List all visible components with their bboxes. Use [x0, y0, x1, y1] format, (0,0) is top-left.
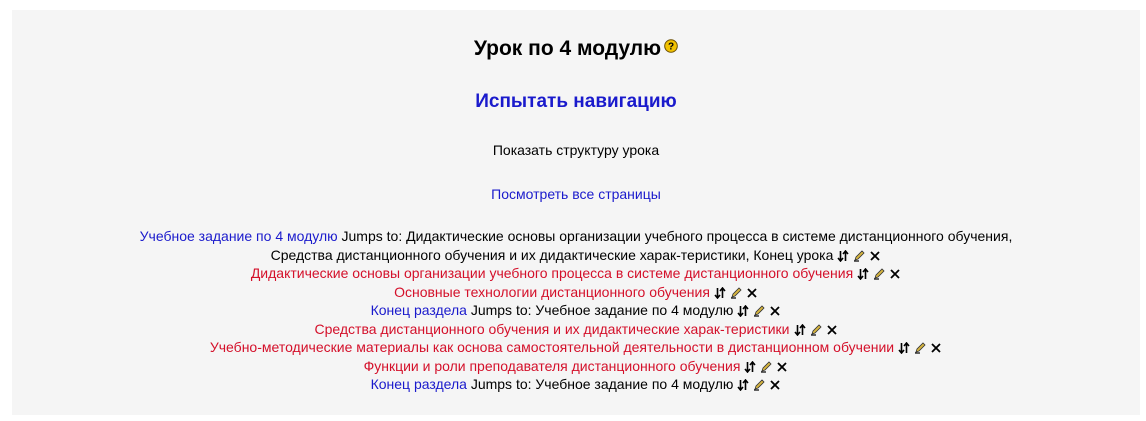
move-icon[interactable] [793, 323, 806, 336]
move-icon[interactable] [744, 360, 757, 373]
delete-icon[interactable] [769, 379, 781, 391]
view-all-pages-link[interactable]: Посмотреть все страницы [12, 185, 1140, 203]
move-icon[interactable] [898, 342, 910, 354]
edit-icon[interactable] [873, 268, 885, 280]
lesson-page-row: Учебно-методические материалы как основа… [12, 338, 1140, 357]
lesson-title: Урок по 4 модулю [473, 37, 662, 60]
delete-icon[interactable] [889, 268, 901, 280]
page-jumps: Jumps to: Учебное задание по 4 модулю [466, 376, 734, 392]
page-title-link[interactable]: Средства дистанционного обучения и их ди… [314, 321, 789, 337]
page-title-link[interactable]: Конец раздела [371, 376, 467, 392]
lesson-page-row: Средства дистанционного обучения и их ди… [12, 320, 1140, 339]
page-title-link[interactable]: Учебно-методические материалы как основа… [210, 339, 894, 355]
help-icon[interactable]: ? [664, 34, 678, 53]
delete-icon[interactable] [746, 287, 758, 299]
show-structure-link[interactable]: Показать структуру урока [12, 141, 1140, 159]
delete-icon[interactable] [769, 305, 781, 317]
move-icon[interactable] [857, 268, 869, 280]
delete-icon[interactable] [826, 324, 838, 336]
lesson-page-row: Учебное задание по 4 модулю Jumps to: Ди… [12, 227, 1140, 264]
page-title-link[interactable]: Основные технологии дистанционного обуче… [394, 284, 710, 300]
page-jumps: Jumps to: Учебное задание по 4 модулю [466, 302, 734, 318]
lesson-title-row: Урок по 4 модулю? [12, 34, 1140, 62]
lesson-page-row: Основные технологии дистанционного обуче… [12, 283, 1140, 302]
page-title-link[interactable]: Конец раздела [371, 302, 467, 318]
edit-icon[interactable] [760, 360, 773, 373]
lesson-pages-list: Учебное задание по 4 модулю Jumps to: Ди… [12, 227, 1140, 394]
lesson-page-row: Функции и роли преподавателя дистанционн… [12, 357, 1140, 376]
edit-icon[interactable] [753, 305, 765, 317]
lesson-panel: Урок по 4 модулю? Испытать навигацию Пок… [12, 10, 1140, 415]
delete-icon[interactable] [776, 361, 788, 373]
edit-icon[interactable] [914, 342, 926, 354]
move-icon[interactable] [714, 286, 726, 299]
page-title-link[interactable]: Функции и роли преподавателя дистанционн… [364, 358, 741, 374]
move-icon[interactable] [837, 249, 850, 262]
delete-icon[interactable] [869, 250, 881, 262]
delete-icon[interactable] [930, 342, 942, 354]
page-jumps: Jumps to: Дидактические основы организац… [337, 228, 1013, 244]
lesson-page-row: Дидактические основы организации учебног… [12, 264, 1140, 283]
lesson-page-row: Конец раздела Jumps to: Учебное задание … [12, 301, 1140, 320]
page-title-link[interactable]: Учебное задание по 4 модулю [140, 228, 338, 244]
edit-icon[interactable] [730, 286, 742, 299]
page-jumps-continued: Средства дистанционного обучения и их ди… [270, 246, 834, 263]
move-icon[interactable] [737, 305, 750, 317]
edit-icon[interactable] [853, 249, 865, 262]
move-icon[interactable] [737, 379, 750, 391]
edit-icon[interactable] [753, 379, 765, 391]
svg-text:?: ? [668, 42, 674, 53]
lesson-page-row: Конец раздела Jumps to: Учебное задание … [12, 375, 1140, 394]
edit-icon[interactable] [810, 323, 822, 336]
page-title-link[interactable]: Дидактические основы организации учебног… [251, 265, 853, 281]
test-navigation-link[interactable]: Испытать навигацию [12, 90, 1140, 114]
